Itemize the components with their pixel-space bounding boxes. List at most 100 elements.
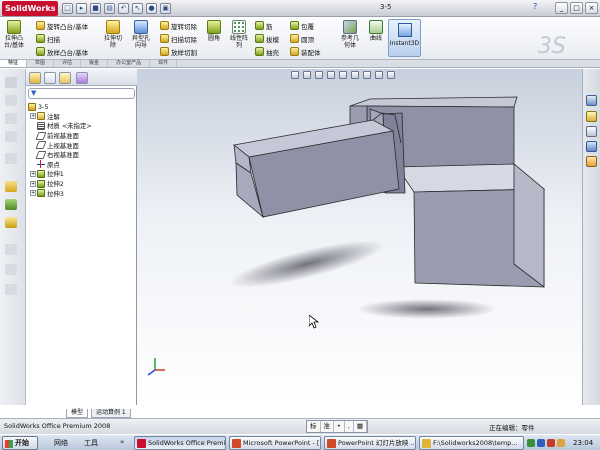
close-button[interactable]: × <box>585 2 598 14</box>
tree-item-extrude1[interactable]: + 拉伸1 <box>26 169 137 179</box>
loft-boss-button[interactable]: 放样凸台/基体 <box>36 46 88 57</box>
revolve-boss-button[interactable]: 旋转凸台/基体 <box>36 20 88 31</box>
expand-toggle[interactable]: + <box>30 170 36 177</box>
zoom-to-area-icon[interactable] <box>303 71 311 79</box>
new-document-icon[interactable]: □ <box>62 3 73 14</box>
rectangle-tool-icon[interactable] <box>5 113 17 124</box>
trim-tool-icon[interactable] <box>5 244 17 255</box>
tree-item-top-plane[interactable]: 上视基准面 <box>26 140 137 150</box>
edit-appearance-icon[interactable] <box>375 71 383 79</box>
feature-tree-filter[interactable]: ▼ <box>28 88 135 99</box>
design-library-icon[interactable] <box>586 111 597 122</box>
display-style-icon[interactable] <box>351 71 359 79</box>
curves-button[interactable]: 曲线 <box>369 20 383 42</box>
hole-wizard-button[interactable]: 异型孔 向导 <box>132 20 150 49</box>
instant3d-button[interactable]: Instant3D <box>388 19 421 57</box>
taskbar-tools-toolbar[interactable]: 工具 <box>84 438 98 448</box>
tab-features[interactable]: 特征 <box>0 60 28 67</box>
offset-tool-icon[interactable] <box>5 284 17 295</box>
hide-show-items-icon[interactable] <box>363 71 371 79</box>
appearances-icon[interactable] <box>586 156 597 167</box>
tree-item-extrude2[interactable]: + 拉伸2 <box>26 179 137 189</box>
taskbar-network-toolbar[interactable]: 网络 <box>54 438 68 448</box>
sweep-button[interactable]: 扫描 <box>36 33 60 44</box>
tab-model[interactable]: 模型 <box>66 409 89 418</box>
ime-standard-button[interactable]: 准 <box>321 421 334 432</box>
print-icon[interactable]: ▤ <box>104 3 115 14</box>
undo-icon[interactable]: ↶ <box>118 3 129 14</box>
tab-weldments[interactable]: 焊件 <box>150 60 178 67</box>
sweep-cut-button[interactable]: 扫描切除 <box>160 33 197 44</box>
configuration-manager-tab-icon[interactable] <box>59 72 71 84</box>
boss-extrude-button[interactable]: 拉伸凸 台/基体 <box>4 20 24 49</box>
open-document-icon[interactable]: ▸ <box>76 3 87 14</box>
tree-item-right-plane[interactable]: 右视基准面 <box>26 150 137 160</box>
mirror-tool-icon[interactable] <box>5 264 17 275</box>
minimize-button[interactable]: _ <box>555 2 568 14</box>
linear-pattern-button[interactable]: 线性阵 列 <box>230 20 248 49</box>
tree-item-front-plane[interactable]: 前视基准面 <box>26 131 137 141</box>
graphics-area[interactable] <box>137 69 582 405</box>
help-icon[interactable]: ? <box>533 2 543 14</box>
property-manager-tab-icon[interactable] <box>44 72 56 84</box>
expand-toggle[interactable]: + <box>30 180 36 187</box>
taskbar-slideshow-button[interactable]: PowerPoint 幻灯片放映 ... <box>324 436 416 450</box>
reference-geometry-button[interactable]: 参考几 何体 <box>341 20 359 49</box>
apply-scene-icon[interactable] <box>387 71 395 79</box>
tree-item-part[interactable]: 3-5 <box>26 102 137 112</box>
ime-softkeyboard-button[interactable]: ▦ <box>354 421 368 432</box>
taskbar-folder-button[interactable]: F:\Solidworks2008\temp... <box>419 436 524 450</box>
tree-item-origin[interactable]: 原点 <box>26 160 137 170</box>
tree-item-annotations[interactable]: + 注解 <box>26 112 137 122</box>
dimxpert-tab-icon[interactable] <box>76 72 88 84</box>
wrap-button[interactable]: 包覆 <box>290 20 314 31</box>
assembly-button[interactable]: 装配体 <box>290 46 321 57</box>
tree-item-material[interactable]: 材质 <未指定> <box>26 121 137 131</box>
tab-evaluate[interactable]: 评估 <box>54 60 82 67</box>
tree-item-extrude3[interactable]: + 拉伸3 <box>26 188 137 198</box>
security-tray-icon[interactable] <box>547 439 555 447</box>
shell-button[interactable]: 抽壳 <box>255 46 279 57</box>
tab-office-products[interactable]: 办公室产品 <box>108 60 151 67</box>
tab-sheetmetal[interactable]: 钣金 <box>81 60 109 67</box>
dome-button[interactable]: 圆顶 <box>290 33 314 44</box>
arc-tool-icon[interactable] <box>5 153 17 164</box>
smart-dimension-icon[interactable] <box>5 181 17 192</box>
solidworks-logo[interactable]: SolidWorks <box>2 1 58 16</box>
taskbar-more-chevron-icon[interactable]: » <box>120 438 124 446</box>
save-icon[interactable]: ■ <box>90 3 101 14</box>
display-relations-icon[interactable] <box>5 217 17 228</box>
sketch-tool-icon[interactable] <box>5 77 17 88</box>
start-button[interactable]: 开始 <box>2 436 38 450</box>
ime-tray-icon[interactable] <box>557 439 565 447</box>
revolve-cut-button[interactable]: 旋转切除 <box>160 20 197 31</box>
draft-button[interactable]: 拔模 <box>255 33 279 44</box>
ime-punctuation-button[interactable]: , <box>345 421 354 432</box>
ime-width-button[interactable]: • <box>334 421 345 432</box>
part-model[interactable] <box>137 69 582 405</box>
expand-toggle[interactable]: + <box>30 190 36 197</box>
section-view-icon[interactable] <box>327 71 335 79</box>
ime-mode-button[interactable]: 标 <box>307 421 321 432</box>
view-orientation-icon[interactable] <box>339 71 347 79</box>
taskbar-solidworks-button[interactable]: SolidWorks Office Premi... <box>134 436 226 450</box>
feature-manager-tab-icon[interactable] <box>29 72 41 84</box>
volume-tray-icon[interactable] <box>537 439 545 447</box>
network-tray-icon[interactable] <box>527 439 535 447</box>
expand-toggle[interactable]: + <box>30 113 36 120</box>
previous-view-icon[interactable] <box>315 71 323 79</box>
cut-extrude-button[interactable]: 拉伸切 除 <box>104 20 122 49</box>
taskbar-powerpoint-button[interactable]: Microsoft PowerPoint - [... <box>229 436 321 450</box>
circle-tool-icon[interactable] <box>5 131 17 142</box>
zoom-to-fit-icon[interactable] <box>291 71 299 79</box>
file-explorer-icon[interactable] <box>586 126 597 137</box>
rib-button[interactable]: 筋 <box>255 20 273 31</box>
fillet-button[interactable]: 圆角 <box>207 20 221 42</box>
solidworks-resources-icon[interactable] <box>586 95 597 106</box>
maximize-button[interactable]: □ <box>570 2 583 14</box>
rebuild-icon[interactable]: ● <box>146 3 157 14</box>
options-icon[interactable]: ▣ <box>160 3 171 14</box>
select-icon[interactable]: ↖ <box>132 3 143 14</box>
view-palette-icon[interactable] <box>586 141 597 152</box>
line-tool-icon[interactable] <box>5 95 17 106</box>
